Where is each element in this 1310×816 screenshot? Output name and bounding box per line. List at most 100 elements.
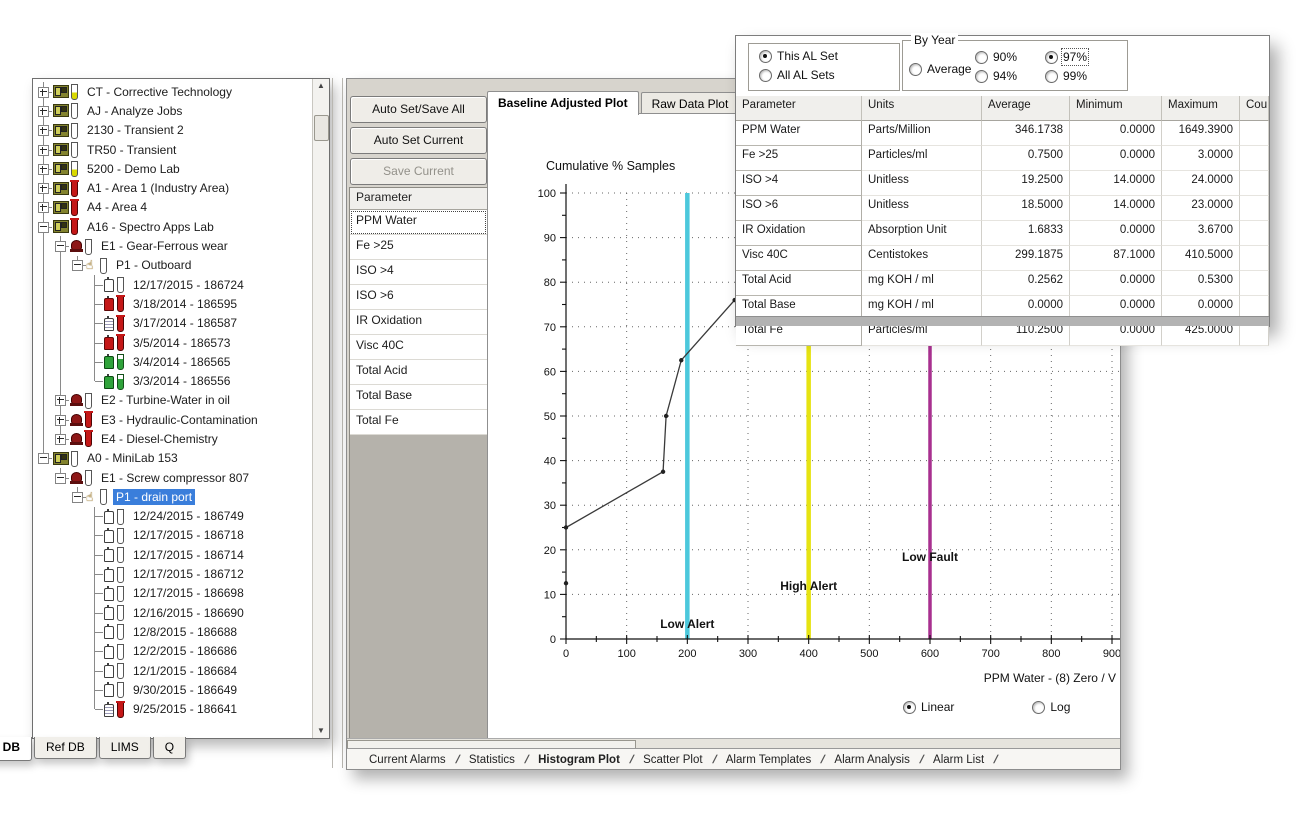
- column-header: Units: [862, 96, 982, 121]
- collapse-minus-icon[interactable]: [72, 260, 83, 271]
- expand-plus-icon[interactable]: [38, 164, 49, 175]
- linear-scale-radio[interactable]: Linear: [903, 700, 954, 714]
- table-row[interactable]: Total Acidmg KOH / ml0.25620.00000.5300: [736, 271, 1269, 296]
- tree-item[interactable]: 12/17/2015 - 186712: [35, 564, 311, 583]
- tree-item[interactable]: 12/17/2015 - 186698: [35, 584, 311, 603]
- tree-item[interactable]: CT - Corrective Technology: [35, 82, 311, 101]
- collapse-minus-icon[interactable]: [38, 453, 49, 464]
- parameter-item[interactable]: Total Base: [350, 385, 487, 410]
- tab-current-alarms[interactable]: Current Alarms: [359, 754, 456, 766]
- tab-alarm-templates[interactable]: Alarm Templates: [716, 754, 821, 766]
- tab-statistics[interactable]: Statistics: [459, 754, 525, 766]
- tree-item[interactable]: E3 - Hydraulic-Contamination: [35, 410, 311, 429]
- db-tab-er-db[interactable]: er DB: [0, 737, 32, 761]
- scroll-down-icon[interactable]: ▼: [313, 724, 329, 738]
- tree-item[interactable]: 9/25/2015 - 186641: [35, 700, 311, 719]
- expand-plus-icon[interactable]: [38, 145, 49, 156]
- collapse-minus-icon[interactable]: [38, 222, 49, 233]
- table-row[interactable]: IR OxidationAbsorption Unit1.68330.00003…: [736, 221, 1269, 246]
- tree-item[interactable]: 12/1/2015 - 186684: [35, 661, 311, 680]
- table-row[interactable]: Visc 40CCentistokes299.187587.1000410.50…: [736, 246, 1269, 271]
- parameter-item[interactable]: PPM Water: [350, 210, 487, 235]
- tree-item[interactable]: 3/3/2014 - 186556: [35, 371, 311, 390]
- tree-item[interactable]: 12/2/2015 - 186686: [35, 642, 311, 661]
- parameter-item[interactable]: Fe >25: [350, 235, 487, 260]
- tab-raw-data-plot[interactable]: Raw Data Plot: [641, 92, 740, 114]
- tree-item[interactable]: A0 - MiniLab 153: [35, 449, 311, 468]
- tree-item[interactable]: 3/4/2014 - 186565: [35, 352, 311, 371]
- tree-item[interactable]: AJ - Analyze Jobs: [35, 101, 311, 120]
- db-tab-ref-db[interactable]: Ref DB: [34, 737, 97, 759]
- tab-baseline-adjusted-plot[interactable]: Baseline Adjusted Plot: [487, 91, 639, 115]
- collapse-minus-icon[interactable]: [55, 473, 66, 484]
- auto-set-current-button[interactable]: Auto Set Current: [350, 127, 487, 154]
- tree-item[interactable]: A1 - Area 1 (Industry Area): [35, 178, 311, 197]
- tree-item[interactable]: 12/17/2015 - 186718: [35, 526, 311, 545]
- table-row[interactable]: ISO >4Unitless19.250014.000024.0000: [736, 171, 1269, 196]
- tree-item[interactable]: E2 - Turbine-Water in oil: [35, 391, 311, 410]
- tree-item[interactable]: 3/18/2014 - 186595: [35, 294, 311, 313]
- table-row[interactable]: Fe >25Particles/ml0.75000.00003.0000: [736, 146, 1269, 171]
- tree-vertical-scrollbar[interactable]: ▲ ▼: [312, 79, 329, 738]
- tree-item[interactable]: A4 - Area 4: [35, 198, 311, 217]
- tab-alarm-list[interactable]: Alarm List: [923, 754, 994, 766]
- table-row[interactable]: PPM WaterParts/Million346.17380.00001649…: [736, 121, 1269, 146]
- expand-plus-icon[interactable]: [55, 434, 66, 445]
- tree-item[interactable]: TR50 - Transient: [35, 140, 311, 159]
- 99--radio[interactable]: 99%: [1045, 69, 1087, 83]
- table-row[interactable]: ISO >6Unitless18.500014.000023.0000: [736, 196, 1269, 221]
- this-al-set-radio[interactable]: This AL Set: [759, 49, 838, 63]
- expand-plus-icon[interactable]: [38, 125, 49, 136]
- tree-item[interactable]: 2130 - Transient 2: [35, 121, 311, 140]
- tree-item[interactable]: E1 - Screw compressor 807: [35, 468, 311, 487]
- table-cell: 0.0000: [1070, 221, 1162, 246]
- tree-item[interactable]: 12/17/2015 - 186714: [35, 545, 311, 564]
- expand-plus-icon[interactable]: [38, 183, 49, 194]
- db-tab-lims[interactable]: LIMS: [99, 737, 151, 759]
- radio-icon: [759, 50, 772, 63]
- tree-guide: [86, 564, 103, 583]
- scroll-up-icon[interactable]: ▲: [313, 79, 329, 93]
- expand-plus-icon[interactable]: [55, 395, 66, 406]
- tree-item[interactable]: A16 - Spectro Apps Lab: [35, 217, 311, 236]
- tree-item[interactable]: 3/17/2014 - 186587: [35, 314, 311, 333]
- tree-item[interactable]: 12/17/2015 - 186724: [35, 275, 311, 294]
- tree-item[interactable]: E1 - Gear-Ferrous wear: [35, 236, 311, 255]
- tree-item[interactable]: E4 - Diesel-Chemistry: [35, 429, 311, 448]
- collapse-minus-icon[interactable]: [55, 241, 66, 252]
- tree-item[interactable]: ☝P1 - Outboard: [35, 256, 311, 275]
- tree-item[interactable]: 12/24/2015 - 186749: [35, 507, 311, 526]
- 97--radio[interactable]: 97%: [1045, 50, 1087, 64]
- 90--radio[interactable]: 90%: [975, 50, 1017, 64]
- average-radio[interactable]: Average: [909, 62, 971, 76]
- tree-item[interactable]: 12/8/2015 - 186688: [35, 622, 311, 641]
- tree-guide: [69, 371, 86, 390]
- parameter-item[interactable]: ISO >6: [350, 285, 487, 310]
- parameter-item[interactable]: IR Oxidation: [350, 310, 487, 335]
- parameter-item[interactable]: Total Acid: [350, 360, 487, 385]
- all-al-sets-radio[interactable]: All AL Sets: [759, 68, 835, 82]
- tree-item[interactable]: 3/5/2014 - 186573: [35, 333, 311, 352]
- tab-scatter-plot[interactable]: Scatter Plot: [633, 754, 712, 766]
- splitter-line[interactable]: [342, 78, 343, 768]
- tree-item[interactable]: 12/16/2015 - 186690: [35, 603, 311, 622]
- expand-plus-icon[interactable]: [38, 202, 49, 213]
- scrollbar-thumb[interactable]: [314, 115, 329, 141]
- auto-set-save-all-button[interactable]: Auto Set/Save All: [350, 96, 487, 123]
- expand-plus-icon[interactable]: [55, 415, 66, 426]
- parameter-item[interactable]: ISO >4: [350, 260, 487, 285]
- tree-item[interactable]: ☝P1 - drain port: [35, 487, 311, 506]
- expand-plus-icon[interactable]: [38, 106, 49, 117]
- splitter-line[interactable]: [332, 78, 333, 768]
- tree-item[interactable]: 5200 - Demo Lab: [35, 159, 311, 178]
- collapse-minus-icon[interactable]: [72, 492, 83, 503]
- parameter-item[interactable]: Visc 40C: [350, 335, 487, 360]
- db-tab-q[interactable]: Q: [153, 737, 186, 759]
- expand-plus-icon[interactable]: [38, 87, 49, 98]
- tab-histogram-plot[interactable]: Histogram Plot: [528, 754, 630, 766]
- tab-alarm-analysis[interactable]: Alarm Analysis: [824, 754, 919, 766]
- log-scale-radio[interactable]: Log: [1032, 700, 1070, 714]
- tree-item[interactable]: 9/30/2015 - 186649: [35, 680, 311, 699]
- parameter-item[interactable]: Total Fe: [350, 410, 487, 435]
- 94--radio[interactable]: 94%: [975, 69, 1017, 83]
